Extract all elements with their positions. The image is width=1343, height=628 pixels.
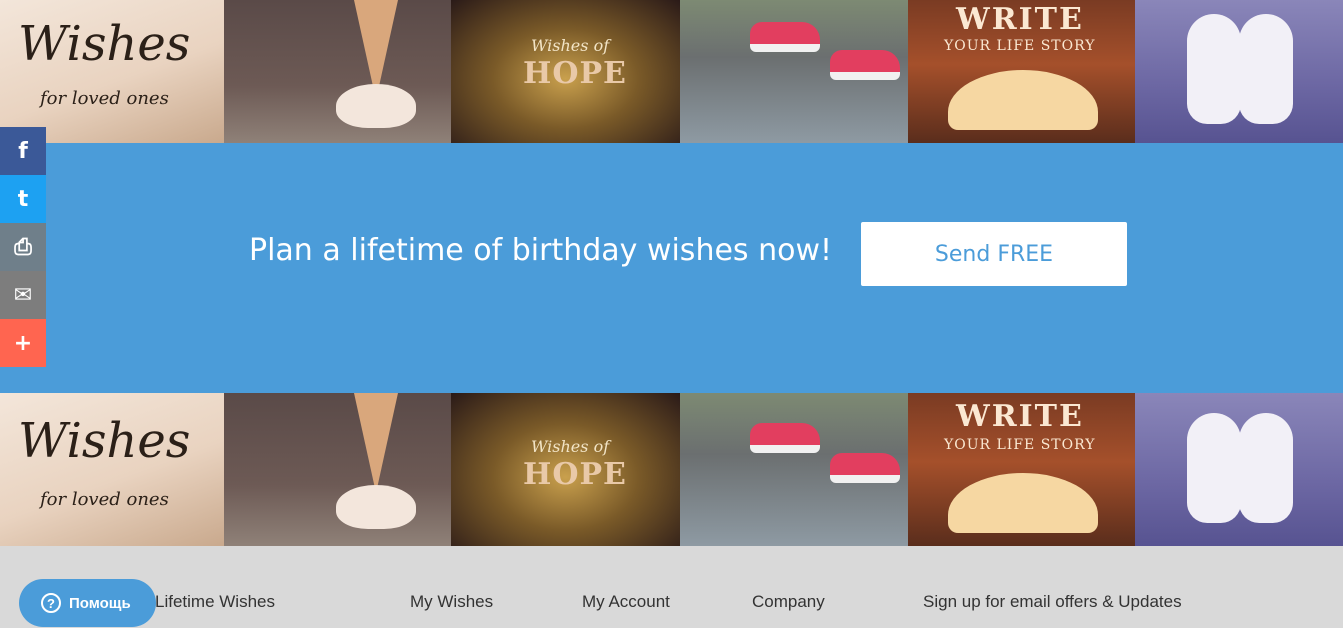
swan-image — [1239, 14, 1293, 124]
more-icon: + — [13, 330, 33, 356]
swan-image — [1187, 413, 1241, 523]
ice-cream-scoop-image — [336, 84, 416, 128]
banner-tile-sneakers[interactable] — [680, 393, 908, 546]
tile-subtitle: YOUR LIFE STORY — [944, 38, 1096, 54]
email-icon: ✉ — [13, 282, 33, 308]
tile-title: Wishes of — [531, 437, 610, 456]
tile-title: Wishes of — [531, 36, 610, 55]
tile-subtitle: for loved ones — [40, 489, 169, 510]
tile-title: WRITE — [956, 2, 1084, 37]
tile-subtitle: HOPE — [523, 56, 627, 91]
cta-band: Plan a lifetime of birthday wishes now! … — [0, 143, 1343, 393]
banner-tile-hope[interactable]: Wishes of HOPE — [451, 393, 680, 546]
banner-tile-life-story[interactable]: WRITE YOUR LIFE STORY — [908, 393, 1135, 546]
footer-link-my-wishes[interactable]: My Wishes — [410, 592, 493, 612]
question-icon: ? — [41, 593, 61, 613]
banner-tile-swans[interactable] — [1135, 0, 1343, 143]
sneaker-image — [830, 50, 900, 80]
tile-subtitle: for loved ones — [40, 88, 169, 109]
footer-link-company[interactable]: Company — [752, 592, 825, 612]
tile-title: Wishes — [18, 16, 191, 72]
banner-strip-bottom: Wishes for loved ones Wishes of HOPE WRI… — [0, 393, 1343, 546]
banner-tile-sneakers[interactable] — [680, 0, 908, 143]
banner-tile-swans[interactable] — [1135, 393, 1343, 546]
open-book-image — [948, 70, 1098, 130]
footer-link-my-account[interactable]: My Account — [582, 592, 670, 612]
facebook-share-button[interactable]: f — [0, 127, 46, 175]
banner-tile-hope[interactable]: Wishes of HOPE — [451, 0, 680, 143]
banner-strip-top: Wishes for loved ones Wishes of HOPE WRI… — [0, 0, 1343, 143]
help-button[interactable]: ? Помощь — [19, 579, 156, 627]
footer-link-email-signup[interactable]: Sign up for email offers & Updates — [923, 592, 1182, 612]
help-label: Помощь — [69, 594, 131, 612]
print-button[interactable]: ⎙ — [0, 223, 46, 271]
banner-tile-wishes[interactable]: Wishes for loved ones — [0, 0, 224, 143]
cta-headline: Plan a lifetime of birthday wishes now! — [249, 233, 833, 268]
open-book-image — [948, 473, 1098, 533]
sneaker-image — [830, 453, 900, 483]
facebook-icon: f — [18, 138, 28, 164]
page: Wishes for loved ones Wishes of HOPE WRI… — [0, 0, 1343, 628]
banner-tile-ice-cream[interactable] — [224, 0, 451, 143]
tile-subtitle: HOPE — [523, 457, 627, 492]
tile-subtitle: YOUR LIFE STORY — [944, 437, 1096, 453]
more-share-button[interactable]: + — [0, 319, 46, 367]
tile-title: Wishes — [18, 413, 191, 469]
ice-cream-cone-image — [354, 393, 398, 493]
sneaker-image — [750, 22, 820, 52]
banner-tile-wishes[interactable]: Wishes for loved ones — [0, 393, 224, 546]
social-share-bar: f t ⎙ ✉ + — [0, 127, 46, 367]
email-share-button[interactable]: ✉ — [0, 271, 46, 319]
ice-cream-scoop-image — [336, 485, 416, 529]
twitter-share-button[interactable]: t — [0, 175, 46, 223]
swan-image — [1239, 413, 1293, 523]
sneaker-image — [750, 423, 820, 453]
swan-image — [1187, 14, 1241, 124]
print-icon: ⎙ — [14, 234, 32, 260]
send-free-button[interactable]: Send FREE — [861, 222, 1127, 286]
twitter-icon: t — [17, 186, 29, 212]
banner-tile-life-story[interactable]: WRITE YOUR LIFE STORY — [908, 0, 1135, 143]
banner-tile-ice-cream[interactable] — [224, 393, 451, 546]
footer-link-lifetime-wishes[interactable]: Lifetime Wishes — [155, 592, 275, 612]
tile-title: WRITE — [956, 399, 1084, 434]
footer: Lifetime Wishes My Wishes My Account Com… — [0, 546, 1343, 628]
